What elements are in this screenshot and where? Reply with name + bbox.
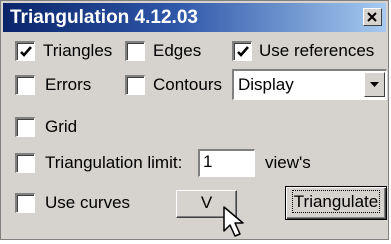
display-dropdown-button[interactable] [364,72,385,97]
use-curves-label: Use curves [45,193,131,212]
grid-checkbox[interactable] [15,117,35,137]
triangulation-limit-input[interactable]: 1 [198,149,255,177]
triangles-checkbox[interactable] [15,41,35,61]
triangulate-button[interactable]: Triangulate [285,186,387,220]
grid-label: Grid [45,117,78,136]
views-unit-label: view's [265,153,311,172]
title-bar[interactable]: Triangulation 4.12.03 [3,3,386,32]
errors-label: Errors [45,75,92,94]
triangulation-limit-checkbox[interactable] [15,153,35,173]
triangulation-window: Triangulation 4.12.03 Triangles Edges Us… [0,0,389,240]
triangles-label: Triangles [43,41,113,60]
triangulation-limit-label: Triangulation limit: [45,153,183,172]
mouse-pointer-icon [223,206,244,237]
window-title: Triangulation 4.12.03 [10,7,198,28]
use-curves-checkbox[interactable] [15,193,35,213]
use-references-checkbox[interactable] [232,41,252,61]
chevron-down-icon [370,82,379,87]
close-icon [367,12,377,22]
errors-checkbox[interactable] [15,75,35,95]
checkmark-icon [20,46,32,57]
display-select-value: Display [238,75,294,94]
contours-checkbox[interactable] [125,75,145,95]
edges-label: Edges [153,41,202,60]
checkmark-icon [237,46,249,57]
triangulate-button-label: Triangulate [291,190,381,213]
contours-label: Contours [153,75,222,94]
use-references-label: Use references [259,41,375,60]
edges-checkbox[interactable] [125,41,145,61]
display-select[interactable]: Display [232,69,387,100]
close-button[interactable] [363,8,382,26]
